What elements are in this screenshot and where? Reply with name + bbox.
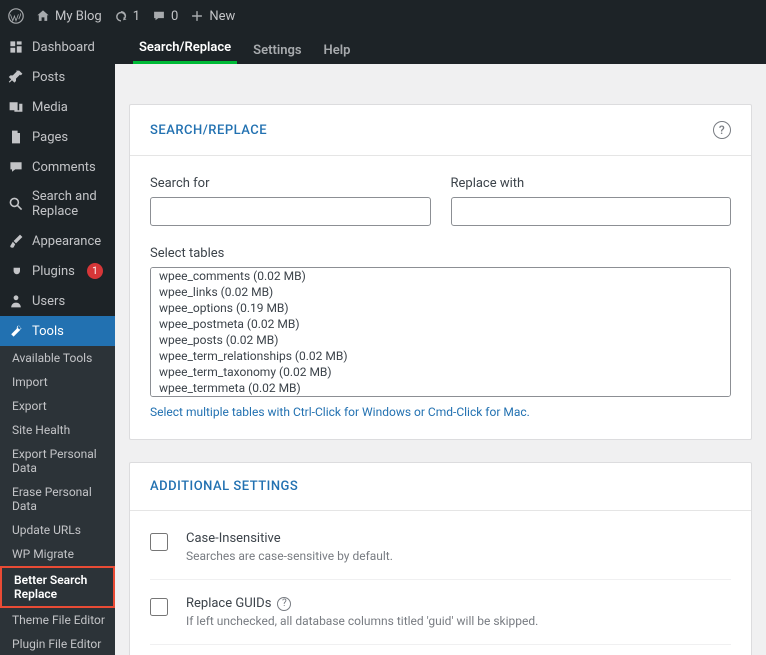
setting-desc: If left unchecked, all database columns … xyxy=(186,614,731,628)
sub-item-wp-migrate[interactable]: WP Migrate xyxy=(0,542,115,566)
wp-logo[interactable] xyxy=(8,8,24,24)
table-option[interactable]: wpee_term_relationships (0.02 MB) xyxy=(151,348,730,364)
panel-title: ADDITIONAL SETTINGS xyxy=(150,479,298,494)
replace-with-label: Replace with xyxy=(451,176,732,191)
setting-desc: Searches are case-sensitive by default. xyxy=(186,549,731,563)
setting-checkbox[interactable] xyxy=(150,598,168,616)
sidebar-item-tools[interactable]: Tools xyxy=(0,316,115,346)
tables-select[interactable]: wpee_comments (0.02 MB)wpee_links (0.02 … xyxy=(150,267,731,397)
menu-label: Search and Replace xyxy=(32,189,107,219)
sub-item-export[interactable]: Export xyxy=(0,394,115,418)
menu-label: Posts xyxy=(32,70,65,85)
site-name-link[interactable]: My Blog xyxy=(36,9,102,24)
panel-title: SEARCH/REPLACE xyxy=(150,123,267,138)
menu-label: Comments xyxy=(32,160,96,175)
search-for-label: Search for xyxy=(150,176,431,191)
plugin-tabs: Search/Replace Settings Help xyxy=(115,32,766,64)
table-option[interactable]: wpee_term_taxonomy (0.02 MB) xyxy=(151,364,730,380)
menu-label: Tools xyxy=(32,324,64,339)
tab-help[interactable]: Help xyxy=(318,35,357,64)
sidebar-item-media[interactable]: Media xyxy=(0,92,115,122)
sub-item-plugin-file-editor[interactable]: Plugin File Editor xyxy=(0,632,115,655)
table-option[interactable]: wpee_comments (0.02 MB) xyxy=(151,268,730,284)
sidebar-item-pages[interactable]: Pages xyxy=(0,122,115,152)
sub-item-update-urls[interactable]: Update URLs xyxy=(0,518,115,542)
table-option[interactable]: wpee_postmeta (0.02 MB) xyxy=(151,316,730,332)
updates-link[interactable]: 1 xyxy=(114,9,140,24)
sub-item-export-personal-data[interactable]: Export Personal Data xyxy=(0,442,115,480)
setting-row-run-as-dry-run: Run as dry runIf checked, no changes wil… xyxy=(150,645,731,655)
setting-row-case-insensitive: Case-Insensitive Searches are case-sensit… xyxy=(150,515,731,580)
main-content: Search/Replace Settings Help SEARCH/REPL… xyxy=(115,32,766,655)
admin-sidebar: Dashboard Posts Media Pages Comments Search a… xyxy=(0,32,115,655)
replace-with-input[interactable] xyxy=(451,197,732,226)
comments-link[interactable]: 0 xyxy=(152,9,178,24)
sub-item-better-search-replace[interactable]: Better Search Replace xyxy=(0,566,115,608)
sidebar-item-appearance[interactable]: Appearance xyxy=(0,226,115,256)
select-tables-label: Select tables xyxy=(150,246,731,261)
update-badge: 1 xyxy=(87,263,103,279)
menu-label: Appearance xyxy=(32,234,101,249)
sidebar-item-comments[interactable]: Comments xyxy=(0,152,115,182)
sidebar-item-users[interactable]: Users xyxy=(0,286,115,316)
sidebar-item-dashboard[interactable]: Dashboard xyxy=(0,32,115,62)
search-replace-panel: SEARCH/REPLACE ? Search for Replace with… xyxy=(129,104,752,440)
sub-item-erase-personal-data[interactable]: Erase Personal Data xyxy=(0,480,115,518)
menu-label: Dashboard xyxy=(32,40,95,55)
table-option[interactable]: wpee_terms (0.02 MB) xyxy=(151,396,730,397)
help-icon[interactable]: ? xyxy=(713,121,731,139)
setting-title: Replace GUIDs ? xyxy=(186,596,731,611)
menu-label: Users xyxy=(32,294,65,309)
tab-search-replace[interactable]: Search/Replace xyxy=(133,32,237,64)
select-helper-text: Select multiple tables with Ctrl-Click f… xyxy=(150,405,731,419)
admin-bar: My Blog 1 0 New xyxy=(0,0,766,32)
table-option[interactable]: wpee_links (0.02 MB) xyxy=(151,284,730,300)
table-option[interactable]: wpee_options (0.19 MB) xyxy=(151,300,730,316)
setting-title: Case-Insensitive xyxy=(186,531,731,546)
sidebar-item-search-and-replace[interactable]: Search and Replace xyxy=(0,182,115,226)
sub-item-import[interactable]: Import xyxy=(0,370,115,394)
additional-settings-panel: ADDITIONAL SETTINGS Case-Insensitive Sear… xyxy=(129,462,752,655)
sub-item-site-health[interactable]: Site Health xyxy=(0,418,115,442)
sub-item-available-tools[interactable]: Available Tools xyxy=(0,346,115,370)
menu-label: Pages xyxy=(32,130,68,145)
info-icon[interactable]: ? xyxy=(277,597,291,611)
setting-checkbox[interactable] xyxy=(150,533,168,551)
setting-row-replace-guids: Replace GUIDs ? If left unchecked, all da… xyxy=(150,580,731,645)
search-for-input[interactable] xyxy=(150,197,431,226)
menu-label: Plugins xyxy=(32,264,75,279)
menu-label: Media xyxy=(32,100,68,115)
tab-settings[interactable]: Settings xyxy=(247,35,307,64)
table-option[interactable]: wpee_termmeta (0.02 MB) xyxy=(151,380,730,396)
sidebar-item-plugins[interactable]: Plugins 1 xyxy=(0,256,115,286)
table-option[interactable]: wpee_posts (0.02 MB) xyxy=(151,332,730,348)
sub-item-theme-file-editor[interactable]: Theme File Editor xyxy=(0,608,115,632)
sidebar-item-posts[interactable]: Posts xyxy=(0,62,115,92)
new-link[interactable]: New xyxy=(190,9,235,24)
